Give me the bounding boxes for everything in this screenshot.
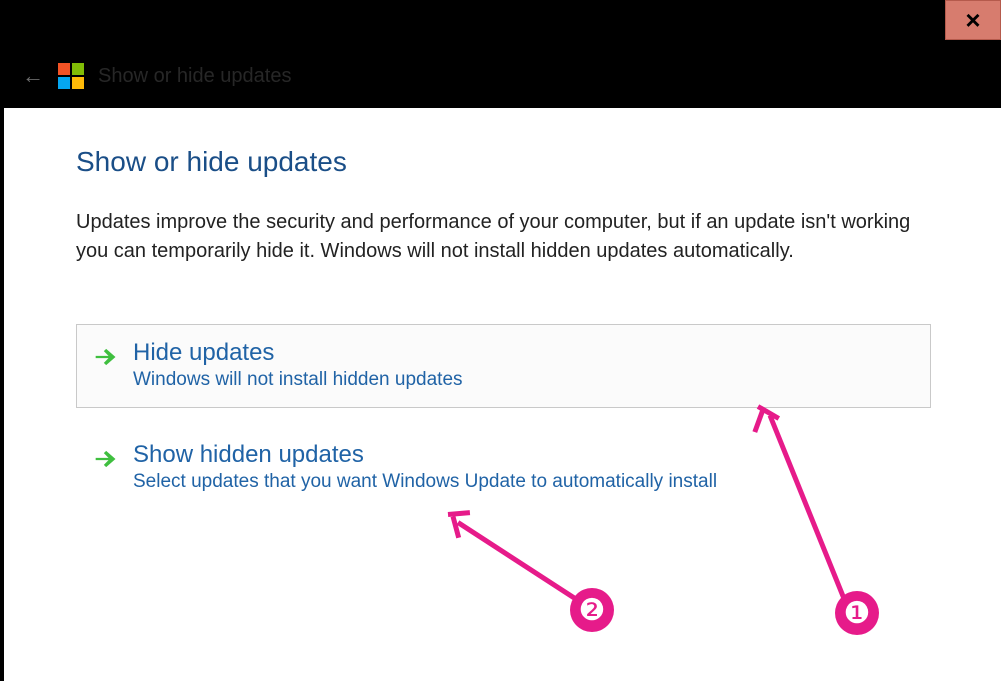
annotation-badge-1: ❶ bbox=[835, 591, 879, 635]
annotation-badge-2: ❷ bbox=[570, 588, 614, 632]
window-title: Show or hide updates bbox=[98, 65, 291, 88]
option-title: Show hidden updates bbox=[133, 441, 717, 469]
option-title: Hide updates bbox=[133, 339, 463, 367]
description-text: Updates improve the security and perform… bbox=[76, 208, 931, 266]
option-hide-updates[interactable]: Hide updates Windows will not install hi… bbox=[76, 324, 931, 408]
back-icon[interactable]: ← bbox=[22, 63, 44, 89]
windows-logo-icon bbox=[58, 63, 84, 89]
titlebar: ← Show or hide updates bbox=[0, 54, 1001, 98]
page-heading: Show or hide updates bbox=[76, 146, 931, 178]
option-subtitle: Windows will not install hidden updates bbox=[133, 369, 463, 391]
option-text-block: Show hidden updates Select updates that … bbox=[133, 441, 717, 493]
close-icon: × bbox=[965, 5, 980, 36]
arrow-right-icon bbox=[91, 445, 119, 473]
option-subtitle: Select updates that you want Windows Upd… bbox=[133, 471, 717, 493]
option-text-block: Hide updates Windows will not install hi… bbox=[133, 339, 463, 391]
close-button[interactable]: × bbox=[945, 0, 1001, 40]
arrow-right-icon bbox=[91, 343, 119, 371]
